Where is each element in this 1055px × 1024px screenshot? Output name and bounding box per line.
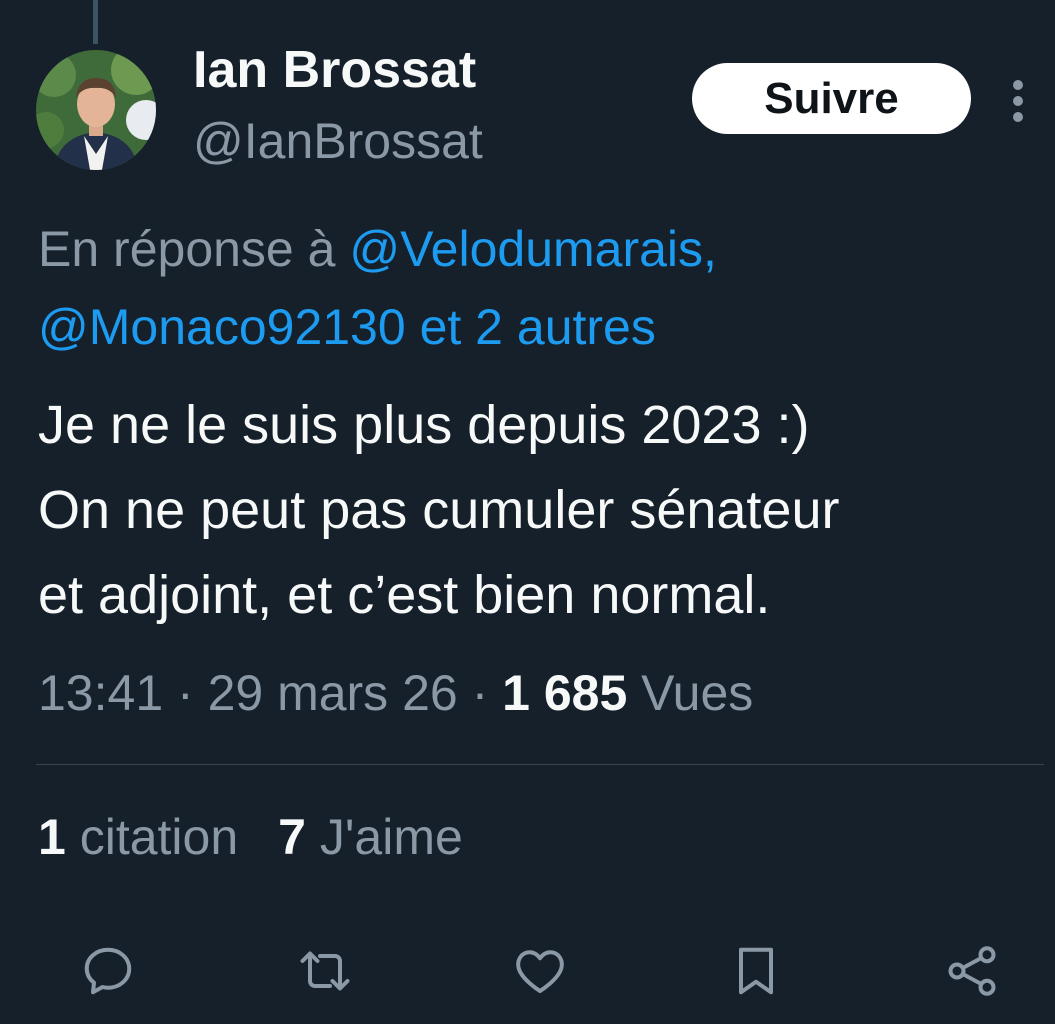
author-handle[interactable]: @IanBrossat (193, 110, 483, 172)
divider (36, 764, 1044, 765)
reply-others-link[interactable]: et 2 autres (420, 299, 656, 355)
avatar[interactable] (36, 50, 156, 170)
reply-icon (84, 947, 132, 995)
share-button[interactable] (937, 936, 1007, 1006)
tweet-date[interactable]: 29 mars 26 (208, 665, 458, 721)
reply-mention-link[interactable]: @Monaco92130 (38, 299, 406, 355)
engagement-stats: 1 citation 7 J'aime (38, 802, 463, 872)
like-button[interactable] (505, 936, 575, 1006)
thread-connector-line (93, 0, 98, 44)
meta-separator: · (457, 665, 503, 721)
quotes-label: citation (79, 809, 239, 865)
action-bar (0, 936, 1055, 1006)
meta-separator: · (163, 665, 208, 721)
likes-stat[interactable]: 7 J'aime (278, 809, 463, 865)
views-count: 1 685 (502, 665, 628, 721)
bookmark-icon (739, 947, 773, 995)
tweet-text-line: et adjoint, et c’est bien normal. (38, 565, 771, 625)
more-options-button[interactable] (1006, 77, 1030, 125)
share-icon (948, 946, 996, 996)
likes-count: 7 (278, 809, 306, 865)
views-label: Vues (641, 665, 754, 721)
retweet-button[interactable] (290, 936, 360, 1006)
reply-prefix: En réponse à (38, 221, 350, 277)
quotes-count: 1 (38, 809, 66, 865)
tweet-body: Je ne le suis plus depuis 2023 :) On ne … (38, 383, 1038, 638)
avatar-image (36, 50, 156, 170)
retweet-icon (300, 951, 350, 991)
author-display-name[interactable]: Ian Brossat (193, 38, 476, 102)
reply-button[interactable] (73, 936, 143, 1006)
more-vertical-icon (1013, 80, 1023, 122)
follow-button[interactable]: Suivre (692, 63, 971, 134)
bookmark-button[interactable] (721, 936, 791, 1006)
tweet-time[interactable]: 13:41 (38, 665, 163, 721)
follow-button-label: Suivre (764, 73, 899, 123)
like-icon (516, 950, 564, 993)
tweet-text-line: Je ne le suis plus depuis 2023 :) (38, 395, 810, 455)
quotes-stat[interactable]: 1 citation (38, 809, 238, 865)
likes-label: J'aime (319, 809, 463, 865)
reply-context: En réponse à @Velodumarais, @Monaco92130… (38, 210, 1038, 366)
tweet-text-line: On ne peut pas cumuler sénateur (38, 480, 840, 540)
tweet-metadata: 13:41 · 29 mars 26 · 1 685 Vues (38, 658, 753, 728)
reply-mention-link[interactable]: @Velodumarais, (349, 221, 717, 277)
